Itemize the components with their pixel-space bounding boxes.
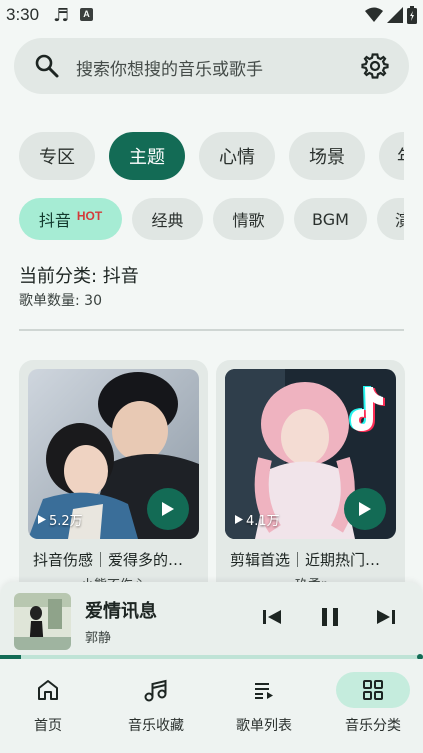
subtab-qingge[interactable]: 情歌 (213, 198, 284, 240)
nav-label: 音乐收藏 (128, 718, 184, 734)
play-icon (162, 502, 174, 516)
subtab-label: 抖音 (38, 211, 71, 230)
search-bar[interactable]: 搜索你想搜的音乐或歌手 (14, 38, 409, 94)
pause-icon[interactable] (319, 607, 341, 627)
wifi-icon (365, 7, 383, 22)
hot-badge: HOT (76, 209, 103, 223)
play-count: 4.1万 (235, 510, 280, 529)
category-tabs: 专区 主题 心情 场景 年 (19, 132, 404, 180)
status-time: 3:30 (6, 5, 40, 24)
nav-label: 歌单列表 (236, 718, 292, 734)
play-count-value: 5.2万 (49, 514, 83, 529)
play-small-icon (235, 515, 243, 524)
a-icon: A (80, 8, 93, 21)
subtab-yan[interactable]: 演 (377, 198, 404, 240)
play-count-value: 4.1万 (246, 514, 280, 529)
nav-music-favorites[interactable]: 音乐收藏 (103, 659, 209, 753)
play-count: 5.2万 (38, 510, 83, 529)
tab-zhuanqu[interactable]: 专区 (19, 132, 95, 180)
nav-icon-container (11, 672, 85, 708)
tab-changjing[interactable]: 场景 (289, 132, 365, 180)
nav-icon-container (119, 672, 193, 708)
signal-icon (387, 7, 403, 23)
playlist-cover[interactable]: 5.2万 (28, 369, 199, 539)
tab-nian[interactable]: 年 (379, 132, 404, 180)
status-icons (365, 6, 417, 24)
current-category: 当前分类: 抖音 (19, 266, 139, 287)
battery-icon (407, 6, 417, 24)
nav-music-category[interactable]: 音乐分类 (320, 659, 423, 753)
nav-label: 首页 (34, 718, 62, 734)
nav-playlist-list[interactable]: 歌单列表 (211, 659, 317, 753)
music-notes-icon (144, 679, 167, 702)
bottom-nav: 首页 音乐收藏 歌单列表 音乐分类 (0, 659, 423, 753)
search-input[interactable]: 搜索你想搜的音乐或歌手 (76, 55, 263, 80)
nav-label: 音乐分类 (345, 718, 401, 734)
play-icon (359, 502, 371, 516)
play-small-icon (38, 515, 46, 524)
subtab-jingdian[interactable]: 经典 (132, 198, 203, 240)
playlist-card[interactable]: 5.2万 抖音伤感｜爱得多的… 小熊不伤心 (19, 360, 208, 600)
next-icon[interactable] (376, 608, 396, 626)
status-bar: 3:30 ♬ A (0, 0, 423, 30)
previous-icon[interactable] (262, 608, 282, 626)
search-icon[interactable] (34, 53, 60, 79)
playlist-count: 歌单数量: 30 (19, 293, 102, 309)
tab-zhuti[interactable]: 主题 (109, 132, 185, 180)
now-playing-cover[interactable] (14, 593, 71, 650)
settings-icon[interactable] (361, 52, 389, 80)
subtab-douyin[interactable]: 抖音 HOT (19, 198, 122, 240)
playlist-cover[interactable]: 4.1万 (225, 369, 396, 539)
home-icon (38, 680, 58, 700)
playlist-card[interactable]: 4.1万 剪辑首选｜近期热门… 玖柔r (216, 360, 405, 600)
play-button[interactable] (147, 488, 189, 530)
playlist-title: 剪辑首选｜近期热门… (230, 551, 381, 569)
music-note-icon: ♬ (53, 5, 70, 26)
mini-player[interactable]: 爱情讯息 郭静 (0, 582, 423, 660)
tab-xinqing[interactable]: 心情 (199, 132, 275, 180)
grid-icon (363, 680, 383, 700)
nav-icon-container (227, 672, 301, 708)
sub-tabs: 抖音 HOT 经典 情歌 BGM 演 (19, 198, 404, 240)
now-playing-artist: 郭静 (85, 631, 112, 646)
subtab-bgm[interactable]: BGM (294, 198, 367, 240)
nav-home[interactable]: 首页 (0, 659, 101, 753)
now-playing-title: 爱情讯息 (85, 601, 157, 622)
nav-icon-container (336, 672, 410, 708)
divider (19, 329, 404, 331)
play-button[interactable] (344, 488, 386, 530)
playlist-icon (255, 683, 273, 699)
playlist-title: 抖音伤感｜爱得多的… (33, 551, 184, 569)
